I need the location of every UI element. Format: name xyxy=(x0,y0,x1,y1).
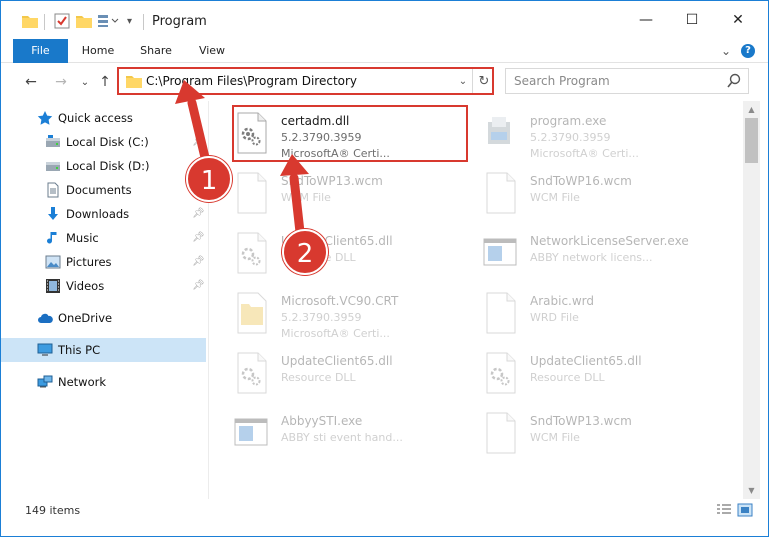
step-2-badge: 2 xyxy=(282,229,328,275)
step-1-badge: 1 xyxy=(186,156,232,202)
arrow-to-file xyxy=(280,154,309,237)
annotation-arrows xyxy=(175,80,309,237)
